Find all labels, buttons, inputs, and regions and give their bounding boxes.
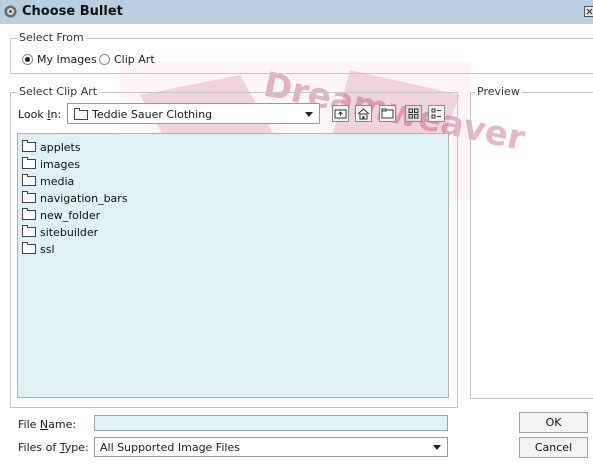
files-of-type-label: Files of Type: (18, 441, 89, 454)
select-from-legend: Select From (17, 31, 86, 44)
look-in-value: Teddie Sauer Clothing (92, 108, 213, 121)
look-in-folder-icon (74, 108, 90, 120)
file-name-label: File Name: (18, 418, 76, 431)
new-folder-icon (381, 108, 394, 119)
details-view-icon (431, 108, 441, 119)
file-name-input[interactable] (94, 415, 448, 431)
folder-icon (22, 191, 36, 203)
file-name: sitebuilder (40, 226, 99, 239)
list-item[interactable]: navigation_bars (22, 190, 162, 208)
up-folder-button[interactable] (332, 105, 349, 122)
look-in-combobox[interactable]: Teddie Sauer Clothing (67, 103, 320, 124)
look-in-label: Look In: (18, 108, 61, 121)
home-button[interactable] (355, 105, 372, 122)
window-title: Choose Bullet (22, 4, 123, 19)
home-icon (357, 108, 370, 120)
file-name-label-mnemonic: N (39, 418, 49, 431)
file-name: new_folder (40, 209, 101, 222)
radio-clip-art-indicator[interactable] (99, 54, 110, 65)
list-item[interactable]: sitebuilder (22, 224, 162, 242)
look-in-label-suffix: n: (50, 108, 62, 121)
file-name: media (40, 175, 75, 188)
file-name-label-prefix: File (18, 418, 40, 431)
list-item[interactable]: images (22, 156, 162, 174)
list-item[interactable]: new_folder (22, 207, 162, 225)
ok-button[interactable]: OK (519, 412, 588, 433)
radio-clip-art[interactable]: Clip Art (99, 53, 169, 67)
up-folder-icon (334, 109, 347, 119)
cancel-button[interactable]: Cancel (519, 437, 588, 458)
folder-icon (22, 174, 36, 186)
preview-group (470, 92, 593, 399)
radio-clip-art-label: Clip Art (114, 53, 155, 66)
chevron-down-icon[interactable] (305, 112, 313, 117)
select-clip-art-legend: Select Clip Art (17, 85, 100, 98)
radio-my-images[interactable]: My Images (22, 53, 102, 67)
list-view-button[interactable] (405, 105, 422, 122)
look-in-label-prefix: Look (18, 108, 48, 121)
folder-icon (22, 242, 36, 254)
file-list[interactable]: applets images media navigation_bars new… (17, 133, 449, 398)
folder-icon (22, 225, 36, 237)
files-of-type-value: All Supported Image Files (100, 441, 240, 454)
list-item[interactable]: applets (22, 139, 162, 157)
files-of-type-label-suffix: ype: (64, 441, 89, 454)
radio-my-images-label: My Images (37, 53, 97, 66)
file-name-label-suffix: ame: (48, 418, 77, 431)
folder-icon (22, 208, 36, 220)
title-bar[interactable]: Choose Bullet (0, 0, 593, 24)
list-view-icon (408, 108, 419, 119)
radio-my-images-indicator[interactable] (22, 54, 33, 65)
new-folder-button[interactable] (379, 105, 396, 122)
file-name: ssl (40, 243, 55, 256)
folder-icon (22, 140, 36, 152)
details-view-button[interactable] (428, 105, 445, 122)
files-of-type-select[interactable]: All Supported Image Files (94, 437, 448, 457)
folder-icon (22, 157, 36, 169)
files-of-type-label-prefix: Files of (18, 441, 60, 454)
file-name: images (40, 158, 80, 171)
file-name: applets (40, 141, 81, 154)
file-name: navigation_bars (40, 192, 128, 205)
preview-legend: Preview (475, 85, 522, 98)
list-item[interactable]: media (22, 173, 162, 191)
chevron-down-icon[interactable] (433, 445, 441, 450)
close-icon[interactable] (584, 6, 593, 17)
list-item[interactable]: ssl (22, 241, 162, 259)
gear-icon (4, 5, 17, 18)
